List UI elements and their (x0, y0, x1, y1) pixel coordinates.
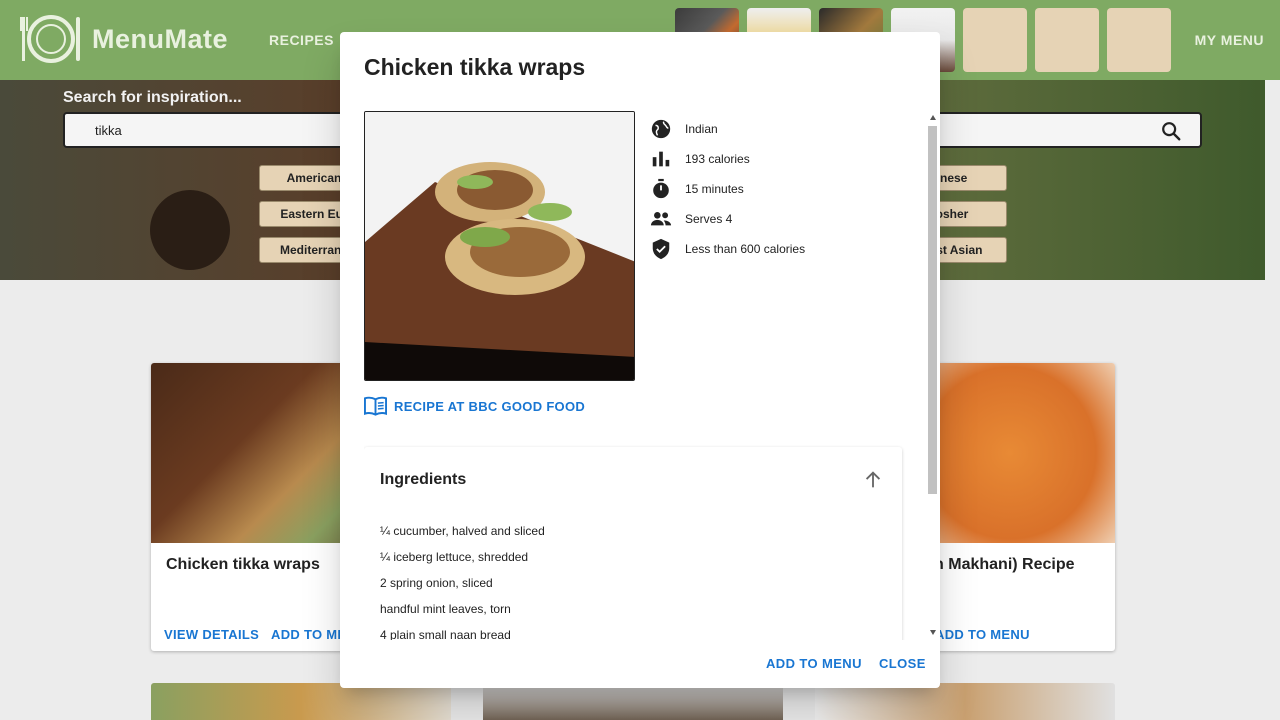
recipe-info-list: Indian 193 calories 15 minutes Serves 4 … (650, 114, 805, 264)
menu-book-icon (364, 396, 387, 416)
info-text: Indian (685, 122, 718, 136)
dialog-content[interactable]: Indian 193 calories 15 minutes Serves 4 … (364, 111, 938, 640)
recipe-source-link[interactable]: RECIPE AT BBC GOOD FOOD (364, 396, 585, 416)
search-icon[interactable] (1160, 120, 1182, 142)
ingredient-item: handful mint leaves, torn (380, 602, 511, 616)
dialog-actions: ADD TO MENU CLOSE (340, 640, 940, 688)
source-link-label[interactable]: RECIPE AT BBC GOOD FOOD (394, 399, 585, 414)
ingredient-item: 4 plain small naan bread (380, 628, 511, 640)
menu-thumbnail-empty (1107, 8, 1171, 72)
info-text: Serves 4 (685, 212, 733, 226)
info-time: 15 minutes (650, 174, 805, 204)
view-details-button[interactable]: VIEW DETAILS (164, 627, 259, 642)
plate-fork-icon (20, 15, 80, 63)
shield-check-icon (652, 238, 670, 260)
add-to-menu-button[interactable]: ADD TO MENU (766, 656, 862, 671)
search-value[interactable]: tikka (95, 123, 122, 138)
info-text: 193 calories (685, 152, 750, 166)
brand-logo[interactable]: MenuMate (20, 14, 228, 64)
add-to-menu-button[interactable]: ADD TO ME (271, 627, 346, 642)
ingredients-list: ¼ cucumber, halved and sliced ¼ iceberg … (380, 523, 545, 640)
bar-chart-icon (652, 151, 670, 167)
info-text: Less than 600 calories (685, 242, 806, 256)
recipe-photo (365, 112, 634, 380)
ingredients-title: Ingredients (380, 471, 467, 488)
ingredients-panel: Ingredients ¼ cucumber, halved and slice… (364, 447, 902, 640)
recipe-card (151, 683, 451, 720)
dialog-title: Chicken tikka wraps (364, 54, 586, 80)
close-button[interactable]: CLOSE (879, 656, 926, 671)
globe-icon (651, 119, 671, 139)
brand-name: MenuMate (92, 23, 229, 54)
recipe-card (483, 683, 783, 720)
info-cuisine: Indian (650, 114, 805, 144)
scrollbar-thumb[interactable] (928, 126, 937, 494)
recipe-card (815, 683, 1115, 720)
info-servings: Serves 4 (650, 204, 805, 234)
arrow-up-icon[interactable] (862, 469, 884, 491)
ingredient-item: ¼ iceberg lettuce, shredded (380, 550, 529, 564)
nav-recipes[interactable]: RECIPES (269, 32, 334, 48)
people-icon (650, 212, 672, 226)
info-text: 15 minutes (685, 182, 744, 196)
add-to-menu-button[interactable]: ADD TO MENU (935, 627, 1030, 642)
hero-decor (150, 190, 230, 270)
ingredient-item: ¼ cucumber, halved and sliced (380, 524, 545, 538)
info-calories: 193 calories (650, 144, 805, 174)
timer-icon (653, 178, 669, 199)
ingredient-item: 2 spring onion, sliced (380, 576, 493, 590)
search-label: Search for inspiration... (63, 89, 242, 106)
nav-my-menu[interactable]: MY MENU (1195, 32, 1264, 48)
info-diet: Less than 600 calories (650, 234, 805, 264)
recipe-details-dialog: Chicken tikka wraps Indian 193 calories … (340, 32, 940, 688)
menu-thumbnail-empty (963, 8, 1027, 72)
menu-thumbnail-empty (1035, 8, 1099, 72)
recipe-image (364, 111, 635, 381)
